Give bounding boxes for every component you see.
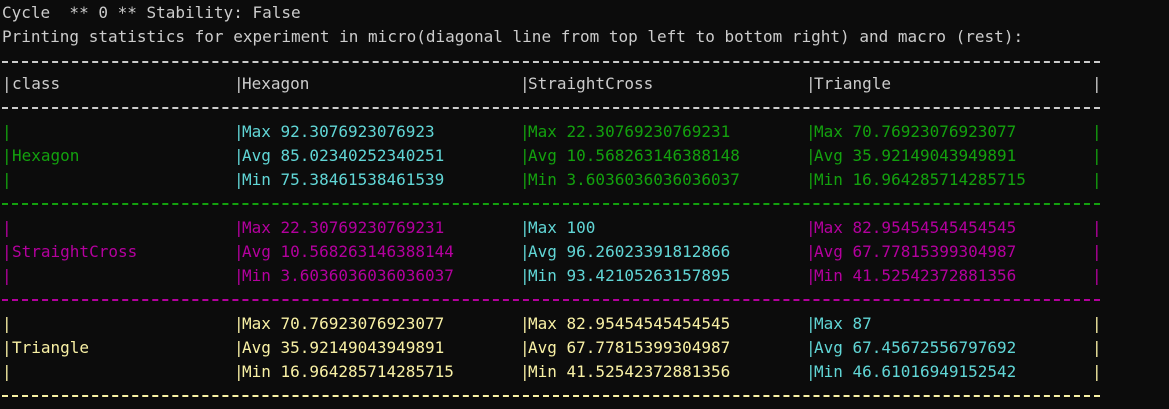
stat-avg: Avg 96.26023391812866 — [528, 242, 731, 261]
stat-avg: Avg 35.92149043949891 — [814, 146, 1017, 165]
stat-avg: Avg 35.92149043949891 — [242, 338, 445, 357]
header-triangle: Triangle — [814, 74, 892, 93]
stat-max: Max 82.95454545454545 — [814, 218, 1017, 237]
row-label-hexagon: Hexagon — [12, 146, 80, 165]
header-hexagon: Hexagon — [242, 74, 310, 93]
table-border: | — [2, 218, 12, 237]
table-border: | — [1092, 314, 1102, 333]
header-class: class — [12, 74, 61, 93]
stat-avg: Avg 67.77815399304987 — [814, 242, 1017, 261]
stat-avg: Avg 10.568263146388144 — [242, 242, 454, 261]
table-border: | — [2, 146, 12, 165]
stat-avg: Avg 85.02340252340251 — [242, 146, 445, 165]
table-separator — [2, 61, 1100, 63]
stat-avg: Avg 67.45672556797692 — [814, 338, 1017, 357]
stat-min: Min 75.38461538461539 — [242, 170, 445, 189]
stat-max: Max 70.76923076923077 — [242, 314, 445, 333]
stat-min: Min 3.6036036036036037 — [242, 266, 454, 285]
table-separator — [2, 395, 1100, 397]
table-border: | — [1092, 266, 1102, 285]
stat-max: Max 100 — [528, 218, 596, 237]
row-label-triangle: Triangle — [12, 338, 90, 357]
header-straightcross: StraightCross — [528, 74, 654, 93]
table-border: | — [1092, 338, 1102, 357]
stat-min: Min 46.61016949152542 — [814, 362, 1017, 381]
table-border: | — [1092, 362, 1102, 381]
table-border: | — [2, 362, 12, 381]
stat-avg: Avg 67.77815399304987 — [528, 338, 731, 357]
table-border: | — [2, 122, 12, 141]
table-border: | — [2, 314, 12, 333]
experiment-description-line: Printing statistics for experiment in mi… — [2, 27, 1024, 46]
stat-max: Max 70.76923076923077 — [814, 122, 1017, 141]
table-border: | — [1092, 146, 1102, 165]
table-border: | — [1092, 242, 1102, 261]
stat-min: Min 16.964285714285715 — [242, 362, 454, 381]
stat-min: Min 93.42105263157895 — [528, 266, 731, 285]
stat-max: Max 82.95454545454545 — [528, 314, 731, 333]
stat-min: Min 16.964285714285715 — [814, 170, 1026, 189]
cycle-status-line: Cycle ** 0 ** Stability: False — [2, 3, 301, 22]
table-separator — [2, 299, 1100, 301]
table-border: | — [1092, 122, 1102, 141]
stat-min: Min 41.52542372881356 — [528, 362, 731, 381]
table-border: | — [2, 338, 12, 357]
stat-avg: Avg 10.568263146388148 — [528, 146, 740, 165]
table-border: | — [1092, 218, 1102, 237]
table-separator — [2, 203, 1100, 205]
row-label-straightcross: StraightCross — [12, 242, 138, 261]
stat-max: Max 92.3076923076923 — [242, 122, 435, 141]
table-border: | — [1092, 170, 1102, 189]
table-separator — [2, 107, 1100, 109]
table-border: | — [2, 242, 12, 261]
stat-min: Min 41.52542372881356 — [814, 266, 1017, 285]
stat-max: Max 22.30769230769231 — [528, 122, 731, 141]
stat-max: Max 87 — [814, 314, 872, 333]
table-border: | — [2, 74, 12, 93]
table-border: | — [1092, 74, 1102, 93]
terminal-window: Cycle ** 0 ** Stability: False Printing … — [0, 0, 1169, 409]
stat-min: Min 3.6036036036036037 — [528, 170, 740, 189]
table-border: | — [2, 170, 12, 189]
table-border: | — [2, 266, 12, 285]
stat-max: Max 22.30769230769231 — [242, 218, 445, 237]
